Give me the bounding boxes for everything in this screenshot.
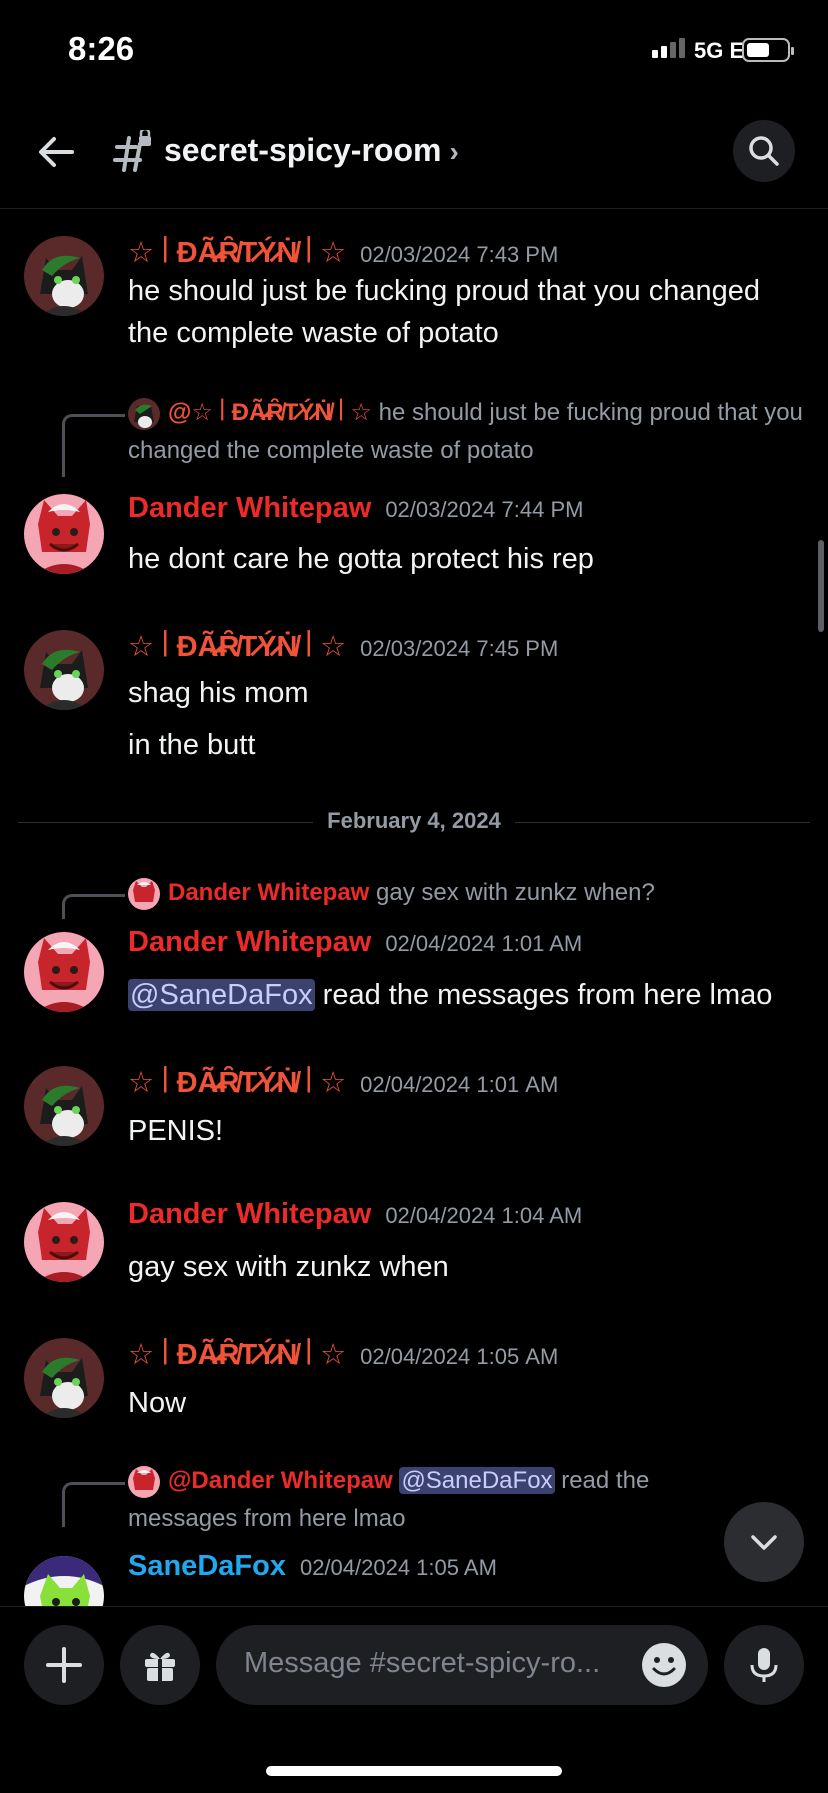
message-author[interactable]: Dander Whitepaw 02/04/2024 1:01 AM <box>128 926 582 959</box>
message-input[interactable]: Message #secret-spicy-ro... <box>216 1625 708 1705</box>
message-author[interactable]: ☆꒐ĐÃ̶̷Ȓ̸T̷Ý̷Ṅ̸꒐☆ 02/04/2024 1:05 AM <box>128 1334 558 1372</box>
message-author[interactable]: Dander Whitepaw 02/03/2024 7:44 PM <box>128 492 583 525</box>
status-bar: 8:26 5G E <box>0 0 828 100</box>
voice-message-button[interactable] <box>724 1625 804 1705</box>
network-type: 5G E <box>694 38 745 63</box>
message-timestamp: 02/03/2024 7:43 PM <box>360 242 559 267</box>
avatar-sanedafox[interactable] <box>24 1556 104 1606</box>
message-text: he should just be fucking proud that you… <box>128 275 761 349</box>
message-text: in the butt <box>128 729 256 761</box>
message-timestamp: 02/04/2024 1:01 AM <box>385 931 583 956</box>
search-button[interactable] <box>733 120 795 182</box>
reply-avatar <box>128 877 160 910</box>
message[interactable]: ☆꒐ĐÃ̶̷Ȓ̸T̷Ý̷Ṅ̸꒐☆ 02/03/2024 7:43 PM he sh… <box>0 208 828 349</box>
message[interactable]: ☆꒐ĐÃ̶̷Ȓ̸T̷Ý̷Ṅ̸꒐☆ 02/04/2024 1:01 AM PENIS… <box>0 1056 828 1166</box>
reply-connector <box>62 894 125 919</box>
user-mention[interactable]: @SaneDaFox <box>128 979 315 1011</box>
message[interactable]: @☆꒐ĐÃ̶̷Ȓ̸T̷Ý̷Ṅ̸꒐☆ he should just be fuck… <box>0 384 828 584</box>
avatar-dander[interactable] <box>24 1202 104 1282</box>
avatar-party[interactable] <box>24 630 104 710</box>
message-timestamp: 02/04/2024 1:04 AM <box>385 1203 583 1228</box>
reply-avatar <box>128 397 160 430</box>
channel-name: secret-spicy-room <box>164 132 442 168</box>
channel-title[interactable]: secret-spicy-room › <box>164 132 459 169</box>
message[interactable]: ☆꒐ĐÃ̶̷Ȓ̸T̷Ý̷Ṅ̸꒐☆ 02/04/2024 1:05 AM Now <box>0 1328 828 1438</box>
message[interactable]: Dander Whitepaw gay sex with zunkz when?… <box>0 872 828 1022</box>
chevron-down-icon <box>751 1535 777 1550</box>
home-indicator[interactable] <box>266 1766 562 1776</box>
message-text: PENIS! <box>128 1115 224 1147</box>
channel-header: secret-spicy-room › <box>0 100 828 209</box>
message-composer: Message #secret-spicy-ro... <box>0 1606 828 1793</box>
reply-connector <box>62 414 125 477</box>
message[interactable]: @Dander Whitepaw @SaneDaFox read the mes… <box>0 1460 828 1606</box>
message[interactable]: ☆꒐ĐÃ̶̷Ȓ̸T̷Ý̷Ṅ̸꒐☆ 02/03/2024 7:45 PM shag … <box>0 616 828 776</box>
emoji-icon[interactable] <box>640 1641 688 1689</box>
reply-connector <box>62 1482 125 1527</box>
message-timestamp: 02/04/2024 1:01 AM <box>360 1072 559 1097</box>
reply-preview[interactable]: @☆꒐ĐÃ̶̷Ȓ̸T̷Ý̷Ṅ̸꒐☆ he should just be fuck… <box>128 394 808 470</box>
jump-to-bottom-button[interactable] <box>724 1502 804 1582</box>
battery-icon <box>742 38 794 62</box>
search-icon <box>749 136 779 166</box>
plus-icon <box>46 1647 82 1683</box>
scrollbar[interactable] <box>818 540 824 632</box>
reply-preview[interactable]: Dander Whitepaw gay sex with zunkz when? <box>128 874 808 912</box>
reply-author: @☆꒐ĐÃ̶̷Ȓ̸T̷Ý̷Ṅ̸꒐☆ <box>168 399 372 426</box>
cellular-signal-icon <box>652 38 685 58</box>
avatar-party[interactable] <box>24 1066 104 1146</box>
message-text: Now <box>128 1387 187 1419</box>
message-author[interactable]: ☆꒐ĐÃ̶̷Ȓ̸T̷Ý̷Ṅ̸꒐☆ 02/03/2024 7:43 PM <box>128 232 558 270</box>
message-author[interactable]: Dander Whitepaw 02/04/2024 1:04 AM <box>128 1198 582 1231</box>
back-arrow-icon[interactable] <box>34 130 78 174</box>
message-input-placeholder: Message #secret-spicy-ro... <box>244 1647 601 1679</box>
message-timestamp: 02/04/2024 1:05 AM <box>360 1344 559 1369</box>
reply-avatar <box>128 1465 160 1498</box>
message-text: gay sex with zunkz when <box>128 1251 449 1283</box>
gift-button[interactable] <box>120 1625 200 1705</box>
avatar-party[interactable] <box>24 236 104 316</box>
channel-chevron: › <box>449 136 459 167</box>
gift-icon <box>145 1652 175 1681</box>
message-author[interactable]: ☆꒐ĐÃ̶̷Ȓ̸T̷Ý̷Ṅ̸꒐☆ 02/04/2024 1:01 AM <box>128 1062 558 1100</box>
channel-hash-icon <box>112 127 156 174</box>
avatar-dander[interactable] <box>24 494 104 574</box>
user-mention: @SaneDaFox <box>399 1467 555 1494</box>
message-text: @SaneDaFox read the messages from here l… <box>128 979 773 1011</box>
reply-author: @Dander Whitepaw <box>168 1467 393 1494</box>
message-timestamp: 02/03/2024 7:44 PM <box>385 497 584 522</box>
status-time: 8:26 <box>68 30 135 67</box>
message[interactable]: Dander Whitepaw 02/04/2024 1:04 AM gay se… <box>0 1192 828 1302</box>
message-timestamp: 02/03/2024 7:45 PM <box>360 636 559 661</box>
reply-preview[interactable]: @Dander Whitepaw @SaneDaFox read the mes… <box>128 1462 688 1538</box>
microphone-icon <box>750 1648 778 1682</box>
reply-author: Dander Whitepaw <box>168 879 370 906</box>
avatar-party[interactable] <box>24 1338 104 1418</box>
reply-text: gay sex with zunkz when? <box>376 879 655 906</box>
message-author[interactable]: ☆꒐ĐÃ̶̷Ȓ̸T̷Ý̷Ṅ̸꒐☆ 02/03/2024 7:45 PM <box>128 626 558 664</box>
message-author[interactable]: SaneDaFox 02/04/2024 1:05 AM <box>128 1550 497 1583</box>
date-divider: February 4, 2024 <box>0 808 828 834</box>
message-text: shag his mom <box>128 677 309 709</box>
avatar-dander[interactable] <box>24 932 104 1012</box>
message-text: he dont care he gotta protect his rep <box>128 543 594 575</box>
add-attachment-button[interactable] <box>24 1625 104 1705</box>
message-timestamp: 02/04/2024 1:05 AM <box>299 1555 497 1580</box>
